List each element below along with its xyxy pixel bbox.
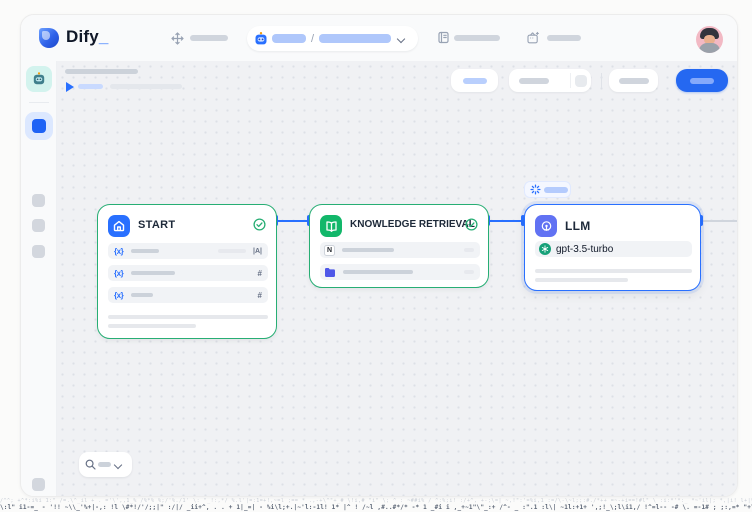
screen: Dify_ / xyxy=(0,0,752,512)
extensions-placeholder-bar xyxy=(547,35,581,41)
type-number-icon: # xyxy=(258,269,262,278)
edge-start-to-knowledge[interactable] xyxy=(277,220,309,222)
node-title: KNOWLEDGE RETRIEVAL xyxy=(350,219,475,230)
source-meta-placeholder xyxy=(464,270,474,274)
tv-plus-icon[interactable] xyxy=(526,31,540,45)
node-title: START xyxy=(138,219,175,231)
description-placeholder xyxy=(535,269,692,273)
sidebar-item-bottom[interactable] xyxy=(32,478,45,491)
variable-icon: {x} xyxy=(114,269,123,278)
dify-logo-icon xyxy=(39,28,59,48)
app-window: Dify_ / xyxy=(20,14,738,497)
run-history-button-group[interactable] xyxy=(509,69,591,92)
success-check-icon xyxy=(253,218,266,231)
edge-llm-outgoing[interactable] xyxy=(701,220,738,222)
home-icon xyxy=(108,215,130,237)
sidebar-item-1[interactable] xyxy=(32,194,45,207)
workflow-canvas[interactable]: START {x} |A| {x} # xyxy=(57,61,738,497)
top-header: Dify_ / xyxy=(21,15,737,61)
success-check-icon xyxy=(465,218,478,231)
move-icon[interactable] xyxy=(171,32,184,45)
robot-icon xyxy=(253,31,269,47)
running-status-pill xyxy=(524,181,571,198)
node-knowledge-retrieval[interactable]: KNOWLEDGE RETRIEVAL N xyxy=(309,204,489,288)
description-placeholder xyxy=(108,324,196,328)
workflow-title-placeholder xyxy=(65,69,138,74)
description-placeholder xyxy=(108,315,268,319)
variable-name-placeholder xyxy=(131,271,175,275)
edge-knowledge-to-llm[interactable] xyxy=(489,220,524,222)
variable-icon: {x} xyxy=(114,247,123,256)
workflow-icon xyxy=(32,119,46,133)
run-label-placeholder xyxy=(78,84,103,89)
sidebar-item-2[interactable] xyxy=(32,219,45,232)
preview-label-placeholder xyxy=(619,78,649,84)
user-avatar[interactable] xyxy=(696,26,723,53)
run-play-icon[interactable] xyxy=(66,82,74,92)
start-variable-row: {x} # xyxy=(108,265,268,281)
zoom-value-placeholder xyxy=(98,462,111,467)
avatar-body xyxy=(699,43,720,53)
preview-button[interactable] xyxy=(609,69,658,92)
group-label-placeholder xyxy=(519,78,549,84)
magnifier-icon xyxy=(85,459,96,470)
brand-cursor: _ xyxy=(99,27,109,46)
publish-button[interactable] xyxy=(676,69,728,92)
status-label-placeholder xyxy=(544,187,568,193)
app-icon-robot[interactable] xyxy=(26,66,52,92)
toolbar-divider xyxy=(601,73,602,88)
source-name-placeholder xyxy=(342,248,394,252)
history-icon[interactable] xyxy=(575,75,587,87)
knowledge-source-row xyxy=(320,264,480,280)
sidebar-item-3[interactable] xyxy=(32,245,45,258)
noise-texture-top: /^^; +^*:i%i 1:" /=.\^_il + . ='\',,1_% … xyxy=(0,498,752,504)
knowledge-source-row: N xyxy=(320,242,480,258)
brand-wordmark: Dify_ xyxy=(66,27,109,47)
publish-label-placeholder xyxy=(690,78,714,84)
docs-book-icon[interactable] xyxy=(437,31,450,44)
variable-value-placeholder xyxy=(218,249,246,253)
brand-name: Dify xyxy=(66,27,99,46)
left-sidebar xyxy=(21,61,57,497)
breadcrumb-separator: / xyxy=(311,33,314,45)
variable-name-placeholder xyxy=(131,249,159,253)
openai-icon xyxy=(539,243,551,255)
source-name-placeholder xyxy=(343,270,413,274)
app-switcher-pill[interactable]: / xyxy=(247,26,418,51)
type-string-icon: |A| xyxy=(253,248,262,255)
start-variable-row: {x} # xyxy=(108,287,268,303)
source-meta-placeholder xyxy=(464,248,474,252)
sidebar-divider xyxy=(29,102,49,103)
variable-icon: {x} xyxy=(114,291,123,300)
env-placeholder-bar xyxy=(190,35,228,41)
run-meta-placeholder xyxy=(110,84,182,89)
spinner-icon xyxy=(530,184,541,195)
chevron-down-icon[interactable] xyxy=(397,35,405,43)
notion-icon: N xyxy=(324,245,335,256)
llm-model-row: gpt-3.5-turbo xyxy=(535,241,692,257)
start-variable-row: {x} |A| xyxy=(108,243,268,259)
workflow-name-placeholder xyxy=(319,34,391,43)
llm-brain-icon xyxy=(535,215,557,237)
folder-icon xyxy=(324,267,336,278)
chevron-down-icon xyxy=(114,461,122,469)
description-placeholder xyxy=(535,278,628,282)
node-llm[interactable]: LLM gpt-3.5-turbo xyxy=(524,204,701,291)
open-book-icon xyxy=(320,215,342,237)
group-divider xyxy=(570,73,571,88)
noise-texture-bottom: \:l" i1-=_ - '!! ~\\_'%+|-,: !l \#*!/'/;… xyxy=(0,504,752,512)
app-name-placeholder xyxy=(272,34,306,43)
features-label-placeholder xyxy=(463,78,487,84)
sidebar-item-workflow-active[interactable] xyxy=(25,112,53,140)
docs-placeholder-bar xyxy=(454,35,500,41)
node-start[interactable]: START {x} |A| {x} # xyxy=(97,204,277,339)
type-number-icon: # xyxy=(258,291,262,300)
model-name: gpt-3.5-turbo xyxy=(556,244,613,255)
features-button[interactable] xyxy=(451,69,498,92)
variable-name-placeholder xyxy=(131,293,153,297)
zoom-control[interactable] xyxy=(79,452,132,477)
node-title: LLM xyxy=(565,219,591,233)
